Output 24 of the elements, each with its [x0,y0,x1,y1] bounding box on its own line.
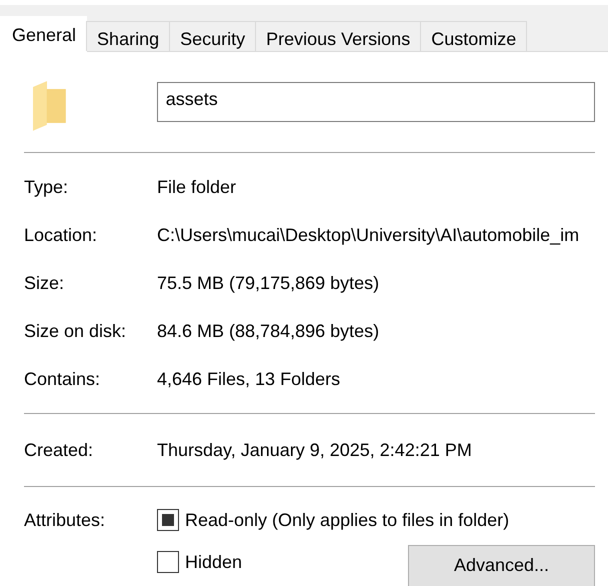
field-label: Created: [24,440,94,460]
tab[interactable]: Security [169,21,256,51]
advanced-button[interactable]: Advanced... [408,545,595,586]
field-label: Size on disk: [24,320,128,342]
tab[interactable]: Sharing [86,21,170,51]
field-value: C:\Users\mucai\Desktop\University\AI\automobile_im [157,224,580,246]
field-label: Type: [24,176,70,198]
field-value: File folder [157,176,238,198]
checkbox-label[interactable]: Read-only (Only applies to files in folder) [185,509,510,531]
checkbox[interactable] [157,551,179,573]
name-field[interactable]: assets [156,82,595,122]
tab[interactable]: Customize [420,21,528,51]
field-value: Thursday, January 9, 2025, 2:42:21 PM [157,440,473,460]
field-value: 75.5 MB (79,175,869 bytes) [157,272,380,294]
field-label: Contains: [24,368,102,390]
field-value: 4,646 Files, 13 Folders [157,368,342,390]
field-label: Size: [24,272,66,294]
field-value: 84.6 MB (88,784,896 bytes) [157,320,380,342]
field-label: Location: [24,224,98,246]
folder-icon [33,81,67,131]
checkbox-label[interactable]: Hidden [185,551,242,573]
field-label: Attributes: [24,509,106,532]
tab[interactable]: General [0,16,88,52]
checkbox[interactable] [157,509,179,531]
